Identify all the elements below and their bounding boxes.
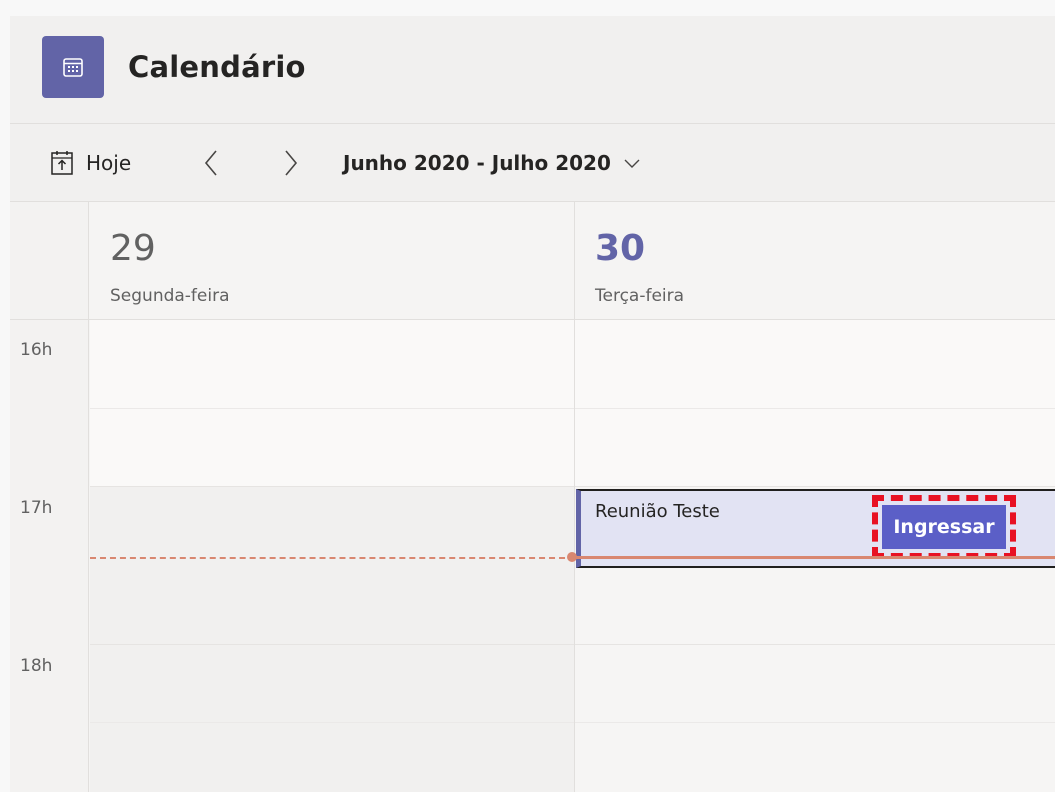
calendar-toolbar: Hoje Junho 2020 - Julho 2020 [10,124,1055,202]
calendar-icon[interactable] [42,36,104,98]
chevron-right-icon [285,150,298,176]
join-meeting-button[interactable]: Ingressar [872,495,1016,559]
day-number-today: 30 [595,228,646,269]
date-range-label: Junho 2020 - Julho 2020 [343,151,611,175]
current-time-marker [567,552,577,562]
current-time-line [90,557,575,559]
half-hour-line [90,722,1055,723]
calendar-grid: 29 Segunda-feira 30 Terça-feira 16h 17h … [10,202,1055,792]
time-slot[interactable] [575,569,1055,792]
time-slot[interactable] [90,320,574,487]
hour-label-17: 17h [20,498,53,518]
event-title: Reunião Teste [595,501,720,522]
day-number: 29 [110,228,156,269]
day-header-tuesday[interactable]: 30 Terça-feira [575,202,1055,319]
header-divider [10,319,1055,320]
hour-label-18: 18h [20,656,53,676]
chevron-down-icon [624,159,640,168]
current-time-line-today [576,556,1055,559]
time-gutter [10,202,89,792]
window-left-margin [0,0,10,792]
today-label: Hoje [86,151,132,175]
window-top-margin [0,0,1055,16]
hour-line [90,486,1055,487]
hour-label-16: 16h [20,340,53,360]
today-calendar-icon [51,151,73,175]
day-name: Terça-feira [595,286,685,306]
day-header-monday[interactable]: 29 Segunda-feira [90,202,574,319]
half-hour-line [90,408,1055,409]
hour-line [90,644,1055,645]
time-slot[interactable] [90,487,574,792]
previous-week-button[interactable] [200,148,224,178]
today-button[interactable]: Hoje [50,146,131,180]
day-name: Segunda-feira [110,286,230,306]
chevron-left-icon [204,150,217,176]
page-title: Calendário [128,50,306,84]
next-week-button[interactable] [278,148,302,178]
app-header: Calendário [10,16,1055,124]
date-range-picker[interactable]: Junho 2020 - Julho 2020 [343,146,641,180]
time-slot[interactable] [575,320,1055,487]
